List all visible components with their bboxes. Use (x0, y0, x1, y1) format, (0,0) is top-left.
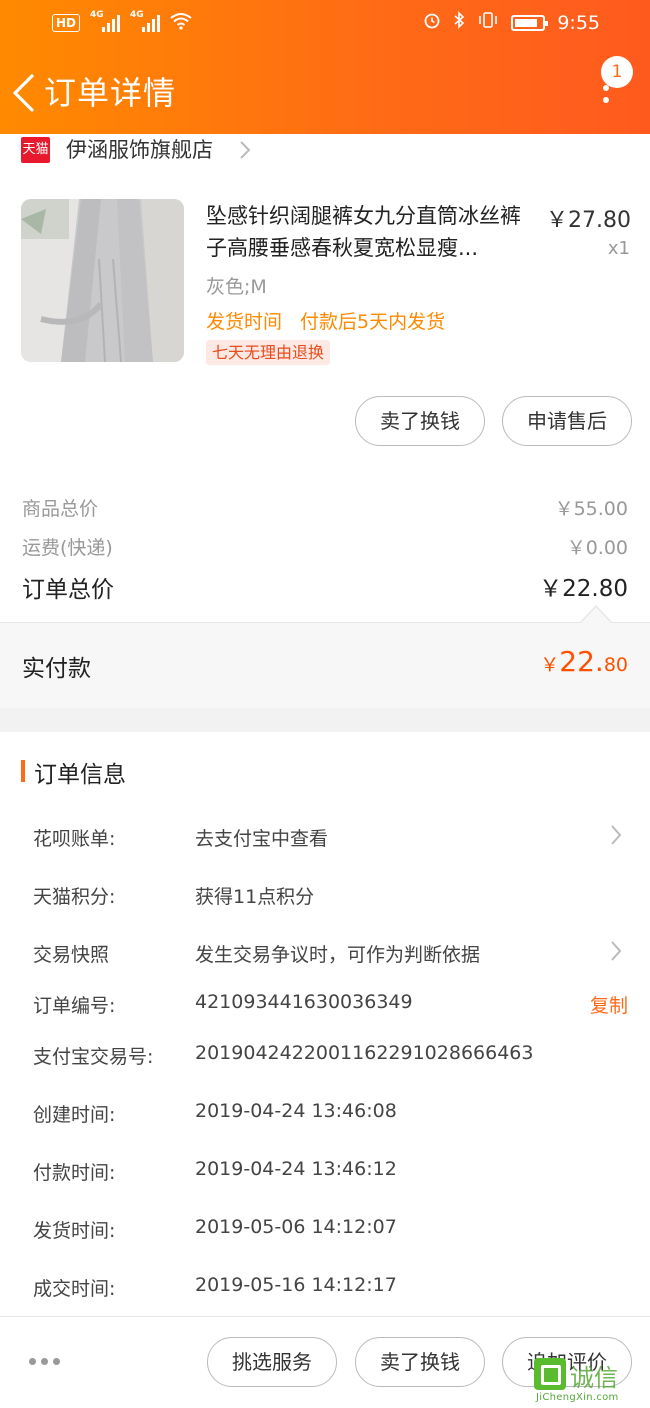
back-arrow-icon[interactable] (10, 73, 36, 113)
section-divider (0, 708, 650, 732)
trade-snapshot-label: 交易快照 (33, 944, 110, 966)
notification-badge: 1 (601, 56, 633, 88)
hd-icon: HD (52, 14, 81, 32)
clock-time: 9:55 (557, 11, 600, 34)
payment-integer: 22. (559, 645, 604, 678)
shop-row[interactable]: 天猫 伊涵服饰旗舰店 (0, 134, 650, 170)
site-watermark: 诚信 JiChengXin.com (532, 1356, 650, 1408)
alarm-icon (423, 11, 441, 34)
product-image[interactable] (21, 199, 184, 362)
completed-time-label: 成交时间: (33, 1278, 116, 1300)
order-info-title: 订单信息 (34, 762, 126, 788)
sell-for-cash-button[interactable]: 卖了换钱 (355, 396, 485, 446)
created-time-label: 创建时间: (33, 1104, 116, 1126)
order-total-value: ￥22.80 (539, 576, 628, 602)
order-total-label: 订单总价 (22, 577, 114, 603)
select-service-button[interactable]: 挑选服务 (207, 1337, 337, 1387)
more-vertical-icon[interactable] (596, 85, 616, 109)
huabei-bill-label: 花呗账单: (33, 828, 116, 850)
shipping-fee-label: 运费(快递) (22, 537, 113, 559)
sell-for-cash-bottom-button[interactable]: 卖了换钱 (355, 1337, 485, 1387)
alipay-trade-no-label: 支付宝交易号: (33, 1046, 154, 1068)
goods-total-label: 商品总价 (22, 498, 99, 520)
copy-button[interactable]: 复制 (590, 991, 628, 1018)
paid-time-label: 付款时间: (33, 1162, 116, 1184)
nav-bar: 订单详情 1 (0, 55, 650, 133)
tmall-points-value: 获得11点积分 (195, 886, 315, 908)
apply-after-sale-button[interactable]: 申请售后 (502, 396, 632, 446)
tmall-points-label: 天猫积分: (33, 886, 116, 908)
completed-time-value: 2019-05-16 14:12:17 (195, 1274, 397, 1296)
ship-time-label: 发货时间 (206, 311, 283, 333)
paid-time-value: 2019-04-24 13:46:12 (195, 1158, 397, 1180)
currency-symbol: ￥ (540, 654, 560, 676)
product-price: ￥27.80 (546, 208, 631, 233)
watermark-logo-icon (534, 1358, 566, 1390)
shipped-time-label: 发货时间: (33, 1220, 116, 1242)
shipping-fee-value: ￥0.00 (566, 537, 628, 559)
product-title[interactable]: 坠感针织阔腿裤女九分直筒冰丝裤子高腰垂感春秋夏宽松显瘦... (206, 200, 541, 264)
vibrate-icon (477, 11, 499, 34)
page-title: 订单详情 (44, 74, 177, 112)
product-spec: 灰色;M (206, 276, 267, 298)
trade-snapshot-value[interactable]: 发生交易争议时，可作为判断依据 (195, 940, 480, 967)
shop-name[interactable]: 伊涵服饰旗舰店 (66, 136, 213, 164)
status-bar: HD 4G 4G 9:55 (0, 0, 650, 50)
payment-decimal: 80 (603, 654, 628, 676)
actual-payment-value: ￥22.80 (540, 645, 628, 678)
watermark-en-text: JiChengXin.com (536, 1392, 619, 1403)
signal-icon: 4G (130, 10, 161, 32)
alipay-trade-no-value: 2019042422001162291028666463 (195, 1042, 534, 1064)
goods-total-value: ￥55.00 (554, 498, 628, 520)
panel-notch-inner (581, 607, 611, 623)
chevron-right-icon (238, 140, 252, 160)
order-number-value: 421093441630036349 (195, 991, 413, 1013)
battery-icon (511, 14, 549, 31)
wifi-icon (170, 12, 192, 34)
huabei-bill-value[interactable]: 去支付宝中查看 (195, 824, 328, 851)
chevron-right-icon[interactable] (609, 940, 623, 962)
shipped-time-value: 2019-05-06 14:12:07 (195, 1216, 397, 1238)
watermark-cn-text: 诚信 (570, 1364, 618, 1392)
created-time-value: 2019-04-24 13:46:08 (195, 1100, 397, 1122)
bluetooth-icon (453, 11, 465, 34)
order-number-label: 订单编号: (33, 995, 116, 1017)
actual-payment-label: 实付款 (22, 656, 91, 682)
signal-icon: 4G (90, 10, 121, 32)
product-quantity: x1 (607, 238, 630, 259)
return-policy-tag: 七天无理由退换 (206, 340, 331, 365)
header: HD 4G 4G 9:55 订单详情 1 (0, 0, 650, 134)
chevron-right-icon[interactable] (609, 824, 623, 846)
more-horizontal-icon[interactable] (29, 1358, 61, 1366)
tmall-icon: 天猫 (21, 137, 50, 163)
section-accent-bar (21, 760, 25, 782)
ship-time-value: 付款后5天内发货 (300, 311, 446, 333)
